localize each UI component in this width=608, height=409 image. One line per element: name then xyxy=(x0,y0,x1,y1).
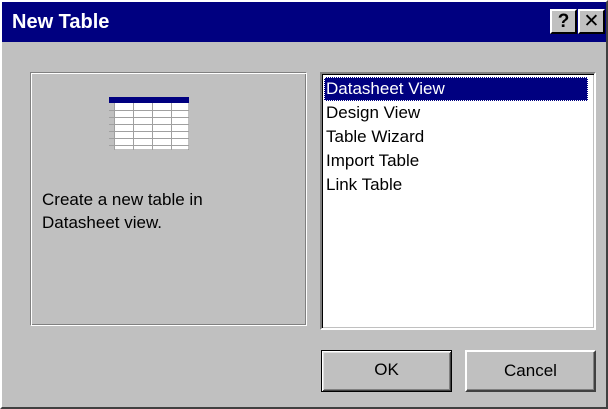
close-icon: ✕ xyxy=(583,11,600,32)
title-bar[interactable]: New Table ? ✕ xyxy=(2,2,606,42)
list-item-datasheet-view[interactable]: Datasheet View xyxy=(324,77,588,101)
cancel-button[interactable]: Cancel xyxy=(465,350,596,392)
description-text: Create a new table in Datasheet view. xyxy=(42,190,203,232)
dialog-title: New Table xyxy=(12,11,110,33)
list-item-design-view[interactable]: Design View xyxy=(324,101,594,125)
list-item-import-table[interactable]: Import Table xyxy=(324,149,594,173)
table-type-list[interactable]: Datasheet View Design View Table Wizard … xyxy=(320,72,596,330)
ok-button[interactable]: OK xyxy=(321,350,452,392)
datasheet-table-icon xyxy=(109,97,189,150)
new-table-dialog: New Table ? ✕ Create a new table in Data… xyxy=(0,0,608,409)
help-button[interactable]: ? xyxy=(550,9,577,34)
list-item-table-wizard[interactable]: Table Wizard xyxy=(324,125,594,149)
close-button[interactable]: ✕ xyxy=(578,9,605,34)
question-mark-icon: ? xyxy=(557,11,570,32)
list-item-link-table[interactable]: Link Table xyxy=(324,173,594,197)
preview-panel: Create a new table in Datasheet view. xyxy=(30,72,307,326)
